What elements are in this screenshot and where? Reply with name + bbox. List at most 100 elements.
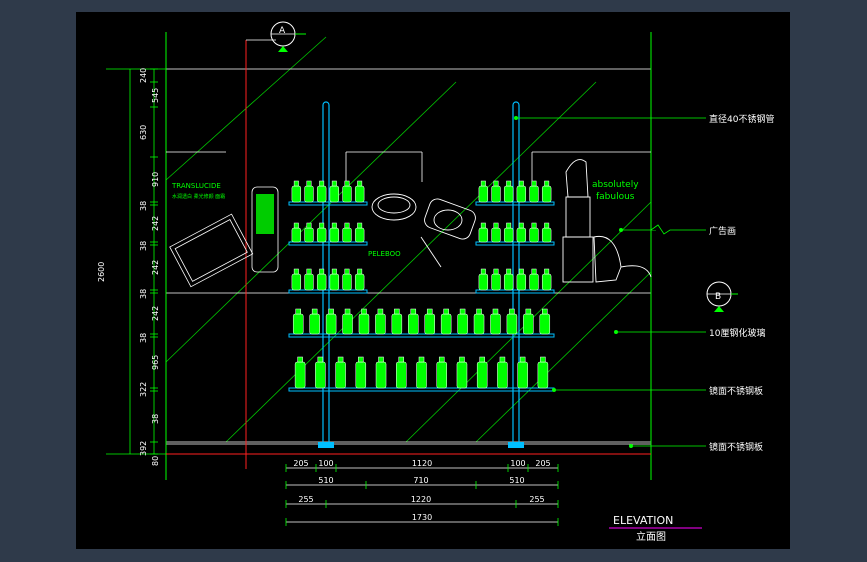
product-bottle	[416, 361, 427, 389]
product-bottle	[294, 361, 306, 389]
product-bottle	[517, 361, 528, 389]
product-bottle	[506, 313, 518, 335]
bottle-cap	[544, 222, 550, 229]
bottle-cap	[493, 222, 499, 229]
bottle-cap	[518, 222, 524, 229]
bottle-cap	[519, 356, 526, 363]
dim-label-left: 38	[139, 241, 148, 251]
bottle-cap	[544, 180, 550, 187]
cad-viewport[interactable]: A B TRANSLUCIDE 水润透白 柔光修颜 面霜 PELEBOO abs…	[76, 12, 790, 549]
glass-hatch	[165, 36, 652, 443]
bottle-cap	[531, 268, 537, 275]
bottle-cap	[509, 308, 515, 315]
product-bottle	[354, 227, 365, 243]
dim-label-left: 545	[151, 88, 160, 103]
dim-label-bottom: 100	[510, 459, 525, 468]
bottle-cap	[344, 268, 350, 275]
product-bottle	[291, 227, 302, 243]
dim-label-left: 38	[151, 414, 160, 424]
product-bottle	[503, 273, 514, 291]
bottle-cap	[459, 356, 465, 363]
product-bottle	[490, 313, 501, 335]
product-bottle	[291, 185, 302, 203]
dim-label-bottom: 205	[293, 459, 308, 468]
product-bottle	[329, 185, 340, 203]
product-bottle	[329, 273, 340, 291]
bottle-cap	[426, 308, 433, 315]
bottle-cap	[499, 356, 506, 363]
product-bottle	[325, 313, 337, 335]
product-bottle	[523, 313, 534, 335]
bottle-cap	[525, 308, 532, 315]
drawing-title: ELEVATION	[613, 514, 673, 527]
product-bottle	[329, 227, 340, 243]
product-bottle	[424, 313, 435, 335]
product-bottle	[335, 361, 346, 389]
bottle-cap	[476, 308, 482, 315]
dim-label-left: 392	[139, 441, 148, 456]
product-bottle	[354, 273, 365, 291]
steel-poles	[322, 101, 520, 448]
bottle-cap	[319, 180, 325, 187]
product-bottle	[316, 185, 327, 203]
bottle-cap	[306, 222, 312, 229]
bottle-cap	[317, 356, 324, 363]
dim-label-bottom: 205	[535, 459, 550, 468]
bottle-cap	[328, 308, 334, 315]
dim-label-bottom: 1120	[412, 459, 432, 468]
product-bottle	[436, 361, 447, 389]
bottle-cap	[540, 356, 546, 363]
product-bottle	[342, 273, 352, 291]
bottle-cap	[378, 356, 384, 363]
product-bottle	[491, 227, 501, 243]
bottle-cap	[493, 268, 499, 275]
product-bottle	[503, 185, 514, 203]
product-bottle	[291, 273, 302, 291]
bottle-cap	[518, 180, 524, 187]
product-bottle	[304, 185, 314, 203]
bottle-cap	[297, 356, 303, 363]
bottle-cap	[480, 180, 486, 187]
product-bottle	[316, 227, 327, 243]
dim-label-left: 910	[151, 172, 160, 187]
dim-label-left: 242	[151, 216, 160, 231]
lipstick-poster	[562, 159, 652, 283]
product-bottle	[342, 313, 353, 335]
product-bottle	[497, 361, 508, 389]
dim-label-bottom: 510	[509, 476, 524, 485]
absolutely-text: absolutely	[592, 180, 639, 190]
product-bottle	[342, 185, 352, 203]
product-bottle	[358, 313, 370, 335]
dim-label-left: 80	[151, 456, 160, 466]
bottle-cap	[544, 268, 550, 275]
bottle-cap	[438, 356, 445, 363]
bottle-cap	[357, 222, 363, 229]
bottle-cap	[492, 308, 499, 315]
bottle-cap	[358, 356, 364, 363]
product-bottle	[516, 227, 527, 243]
section-marker-a	[270, 21, 306, 52]
bottle-cap	[319, 222, 325, 229]
product-bottle	[529, 273, 539, 291]
product-bottle	[354, 185, 365, 203]
bottle-cap	[531, 180, 537, 187]
bottle-cap	[331, 268, 337, 275]
bottle-cap	[394, 308, 400, 315]
bottle-cap	[293, 268, 299, 275]
product-bottle	[541, 185, 552, 203]
bottle-cap	[480, 222, 486, 229]
dim-label-left: 242	[151, 260, 160, 275]
product-bottle	[473, 313, 485, 335]
dim-label-left: 965	[151, 355, 160, 370]
product-bottle	[375, 313, 386, 335]
product-bottle	[304, 227, 314, 243]
bottle-cap	[506, 268, 512, 275]
dim-label-bottom: 100	[318, 459, 333, 468]
bottle-cap	[506, 180, 512, 187]
marker-b-label: B	[715, 292, 721, 302]
bottle-cap	[377, 308, 384, 315]
bottle-cap	[306, 180, 312, 187]
product-bottle	[342, 227, 352, 243]
product-bottle	[529, 185, 539, 203]
bottle-cap	[344, 308, 351, 315]
